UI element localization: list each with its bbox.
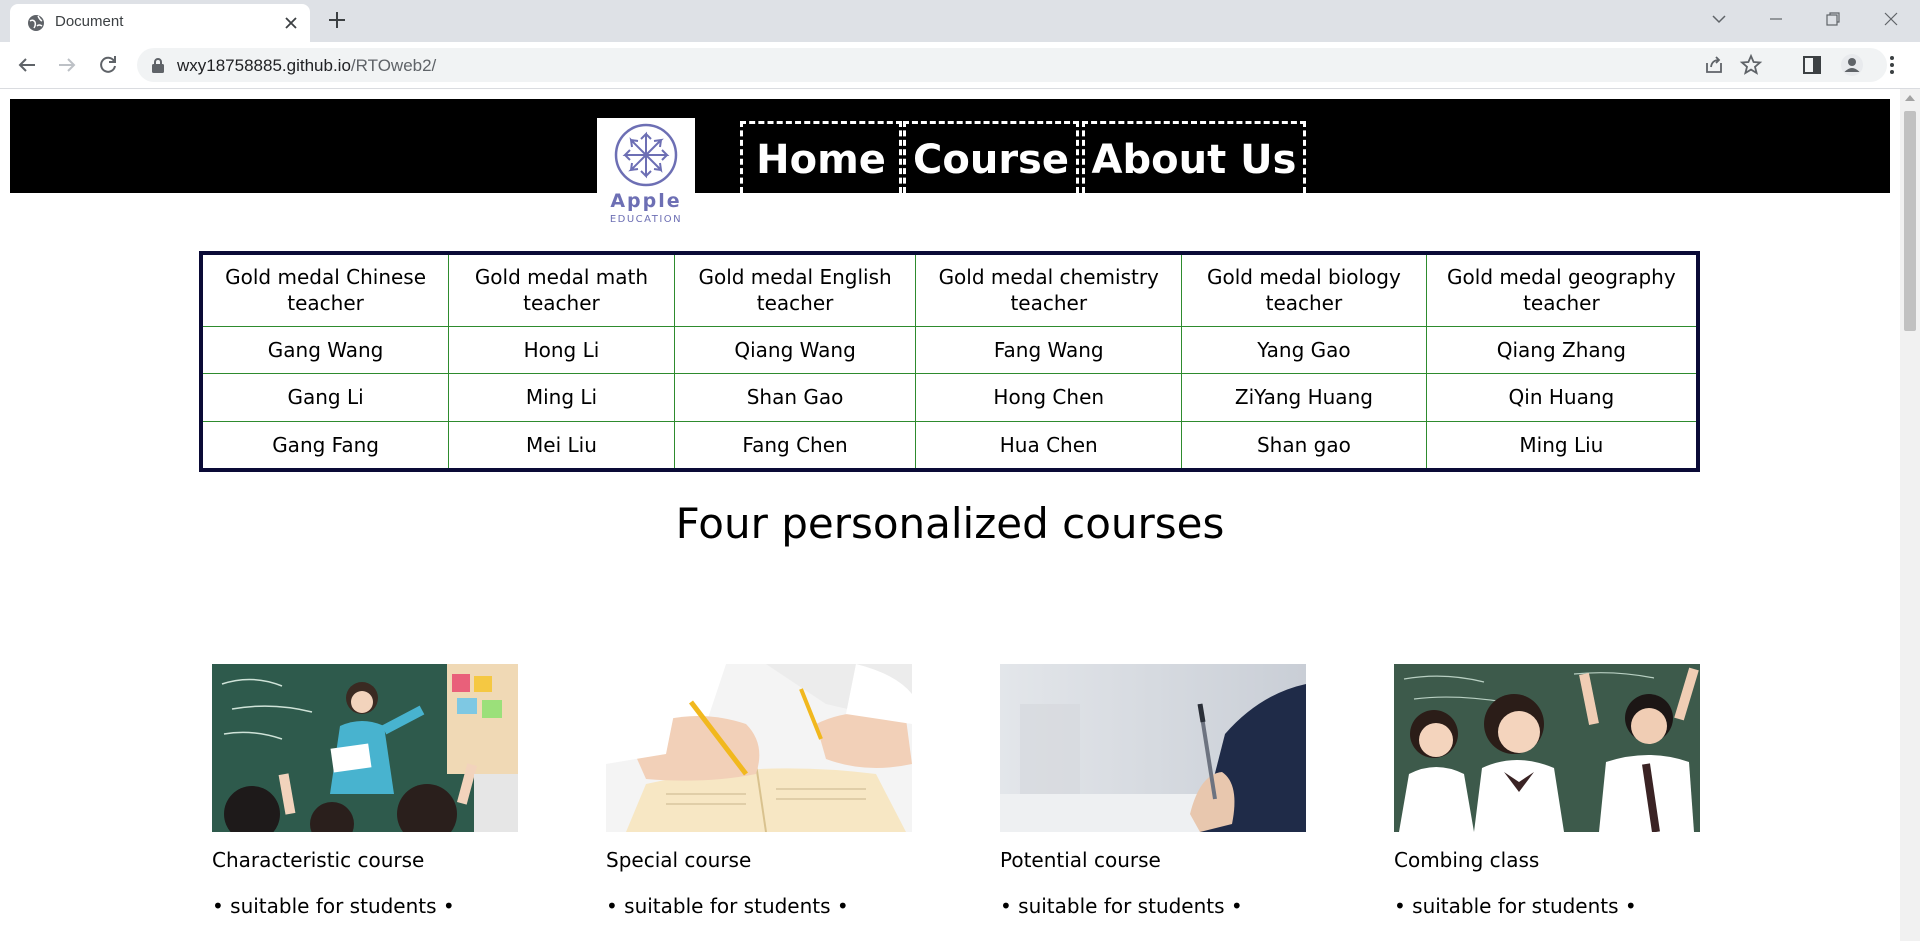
browser-tab-strip: Document (0, 0, 1920, 42)
table-cell: Qiang Wang (673, 325, 917, 375)
window-close-icon[interactable] (1880, 8, 1902, 30)
table-header-cell: Gold medal chemistry teacher (915, 252, 1183, 327)
table-cell: Shan gao (1181, 420, 1427, 471)
profile-icon[interactable] (1840, 53, 1864, 77)
course-image-writing[interactable] (606, 664, 912, 832)
course-image-pen[interactable] (1000, 664, 1306, 832)
plus-icon[interactable] (326, 9, 348, 31)
table-cell: Hong Li (448, 325, 675, 375)
table-cell: Qiang Zhang (1425, 325, 1699, 375)
table-header-cell: Gold medal biology teacher (1181, 252, 1427, 327)
back-icon[interactable] (15, 53, 39, 77)
table-header-cell: Gold medal English teacher (673, 252, 917, 327)
side-panel-icon[interactable] (1800, 53, 1824, 77)
table-row: Gang Wang Hong Li Qiang Wang Fang Wang Y… (200, 325, 1699, 375)
snowflake-logo-icon (614, 123, 678, 187)
course-desc: • suitable for students • (1394, 894, 1637, 918)
table-header-cell: Gold medal geography teacher (1425, 252, 1699, 327)
table-cell: Gang Li (200, 373, 450, 422)
nav-course[interactable]: Course (903, 121, 1079, 193)
table-cell: Ming Liu (1425, 420, 1699, 471)
table-cell: ZiYang Huang (1181, 373, 1427, 422)
chevron-down-icon[interactable] (1708, 8, 1730, 30)
table-row: Gang Fang Mei Liu Fang Chen Hua Chen Sha… (200, 420, 1699, 471)
page-scrollbar[interactable] (1900, 89, 1920, 941)
browser-tab[interactable]: Document (10, 4, 310, 42)
course-name: Characteristic course (212, 848, 425, 872)
course-name: Combing class (1394, 848, 1540, 872)
star-icon[interactable] (1739, 53, 1763, 77)
table-header-row: Gold medal Chinese teacher Gold medal ma… (200, 252, 1699, 327)
courses-heading: Four personalized courses (675, 499, 1225, 548)
address-bar[interactable]: wxy18758885.github.io/RTOweb2/ (137, 48, 1887, 82)
restore-icon[interactable] (1822, 8, 1844, 30)
scroll-up-arrow-icon[interactable] (1905, 93, 1915, 101)
teachers-table: Gold medal Chinese teacher Gold medal ma… (199, 251, 1700, 472)
globe-icon (28, 15, 44, 31)
course-desc: • suitable for students • (1000, 894, 1243, 918)
browser-toolbar: wxy18758885.github.io/RTOweb2/ (0, 42, 1920, 89)
table-header-cell: Gold medal math teacher (448, 252, 675, 327)
table-header-cell: Gold medal Chinese teacher (200, 252, 450, 327)
table-row: Gang Li Ming Li Shan Gao Hong Chen ZiYan… (200, 373, 1699, 422)
course-name: Potential course (1000, 848, 1161, 872)
table-cell: Qin Huang (1425, 373, 1699, 422)
course-desc: • suitable for students • (212, 894, 455, 918)
scrollbar-thumb[interactable] (1904, 111, 1916, 331)
close-icon[interactable] (283, 15, 299, 31)
minimize-icon[interactable] (1765, 8, 1787, 30)
nav-about-us[interactable]: About Us (1082, 121, 1306, 193)
table-cell: Hua Chen (915, 420, 1183, 471)
table-cell: Gang Wang (200, 325, 450, 375)
table-cell: Fang Wang (915, 325, 1183, 375)
logo-brand-text: Apple (610, 190, 682, 212)
table-cell: Fang Chen (673, 420, 917, 471)
table-cell: Yang Gao (1181, 325, 1427, 375)
course-desc: • suitable for students • (606, 894, 849, 918)
table-cell: Ming Li (448, 373, 675, 422)
table-cell: Shan Gao (673, 373, 917, 422)
page-viewport: Apple EDUCATION Home Course About Us Gol… (0, 89, 1900, 941)
url-text: wxy18758885.github.io/RTOweb2/ (177, 56, 437, 75)
course-name: Special course (606, 848, 752, 872)
course-image-students[interactable] (1394, 664, 1700, 832)
nav-home[interactable]: Home (740, 121, 902, 193)
table-cell: Mei Liu (448, 420, 675, 471)
tab-title: Document (55, 13, 124, 30)
menu-icon[interactable] (1880, 53, 1904, 77)
table-cell: Hong Chen (915, 373, 1183, 422)
reload-icon[interactable] (96, 53, 120, 77)
lock-icon[interactable] (151, 57, 165, 73)
site-logo[interactable]: Apple EDUCATION (597, 118, 695, 225)
logo-sub-text: EDUCATION (609, 214, 683, 225)
forward-icon[interactable] (55, 53, 79, 77)
course-image-classroom[interactable] (212, 664, 518, 832)
share-icon[interactable] (1702, 53, 1726, 77)
table-cell: Gang Fang (200, 420, 450, 471)
